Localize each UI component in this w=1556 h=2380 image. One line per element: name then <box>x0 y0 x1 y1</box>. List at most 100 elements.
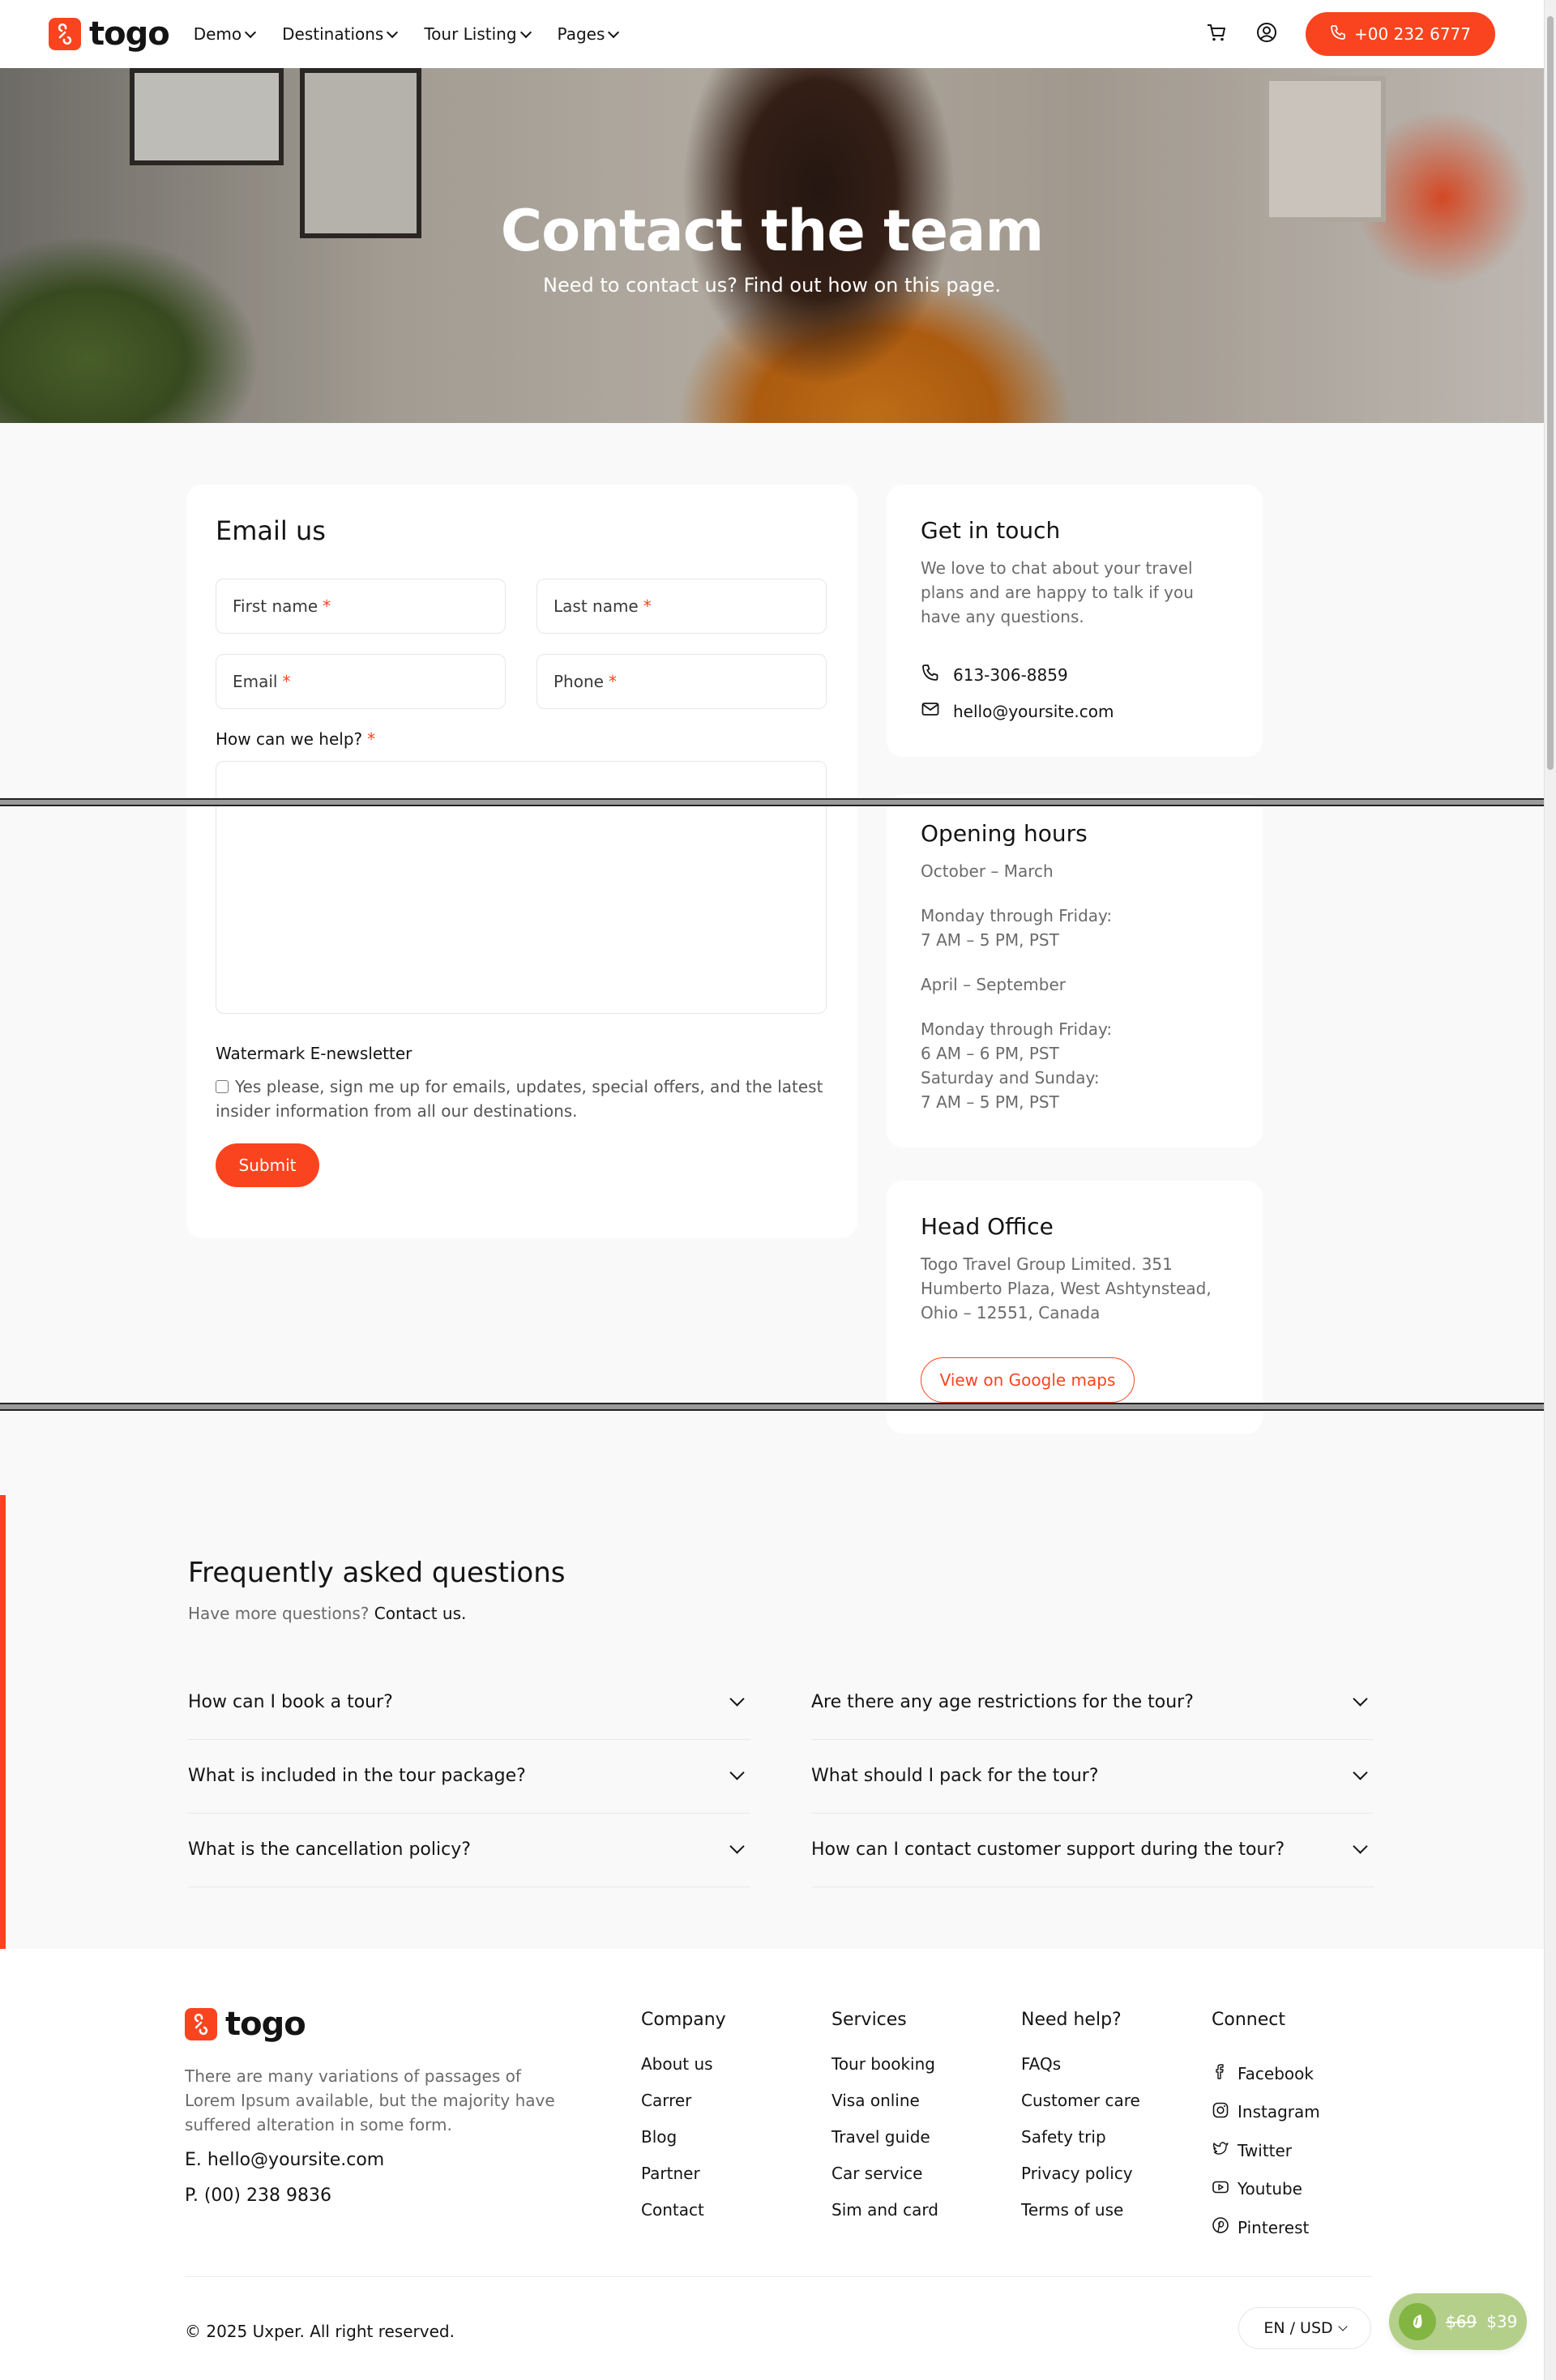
faq-contact-link[interactable]: Contact us. <box>374 1604 467 1623</box>
footer-link[interactable]: Privacy policy <box>1021 2164 1140 2200</box>
footer-link[interactable]: Car service <box>831 2164 938 2200</box>
newsletter-title: Watermark E-newsletter <box>216 1044 413 1063</box>
required-mark: * <box>608 672 617 691</box>
cart-icon[interactable] <box>1205 21 1228 47</box>
faq-question[interactable]: Are there any age restrictions for the t… <box>811 1665 1374 1740</box>
social-pinterest[interactable]: Pinterest <box>1212 2208 1320 2247</box>
first-name-field[interactable]: First name * <box>216 579 506 634</box>
nav-tour-listing[interactable]: Tour Listing <box>424 24 532 44</box>
head-office-title: Head Office <box>921 1213 1054 1240</box>
opening-hours-title: Opening hours <box>921 820 1088 847</box>
email-field[interactable]: Email * <box>216 654 506 709</box>
newsletter-checkbox[interactable] <box>216 1080 229 1093</box>
footer-link[interactable]: Contact <box>641 2200 726 2237</box>
head-office-address: Togo Travel Group Limited. 351 Humberto … <box>921 1254 1212 1322</box>
faq-question[interactable]: What is the cancellation policy? <box>188 1813 750 1887</box>
contact-phone-text: 613-306-8859 <box>953 664 1068 685</box>
faq-question[interactable]: How can I book a tour? <box>188 1665 750 1740</box>
logo-text: togo <box>225 2006 306 2043</box>
chevron-down-icon <box>608 26 620 38</box>
faq-subtitle: Have more questions? Contact us. <box>188 1604 466 1623</box>
footer-divider <box>185 2276 1373 2277</box>
contact-email-text: hello@yoursite.com <box>953 701 1114 721</box>
hours-line: Monday through Friday: <box>921 1019 1113 1039</box>
footer-logo[interactable]: togo <box>185 2006 306 2043</box>
contact-email[interactable]: hello@yoursite.com <box>921 699 1114 723</box>
logo-icon <box>49 18 81 50</box>
footer-link[interactable]: Safety trip <box>1021 2127 1140 2164</box>
contact-phone[interactable]: 613-306-8859 <box>921 663 1068 686</box>
pinterest-icon <box>1212 2216 1229 2238</box>
phone-button-label: +00 232 6777 <box>1354 24 1471 44</box>
social-instagram[interactable]: Instagram <box>1212 2093 1320 2132</box>
footer-column-title: Connect <box>1212 2010 1285 2030</box>
faq-accent-bar <box>0 1495 6 1949</box>
phone-placeholder: Phone <box>554 672 604 691</box>
newsletter-option: Yes please, sign me up for emails, updat… <box>216 1075 831 1123</box>
social-label: Pinterest <box>1238 2217 1310 2237</box>
footer-link[interactable]: Sim and card <box>831 2200 938 2237</box>
footer-column-connect: Connect Facebook Instagram Twitter Youtu… <box>1212 2010 1320 2247</box>
faq-question-text: How can I contact customer support durin… <box>811 1839 1285 1860</box>
submit-button[interactable]: Submit <box>216 1143 319 1187</box>
header-actions: +00 232 6777 <box>1205 12 1495 56</box>
scrollbar[interactable] <box>1544 0 1556 2380</box>
phone-button[interactable]: +00 232 6777 <box>1306 12 1495 56</box>
faq-question[interactable]: What is included in the tour package? <box>188 1739 750 1814</box>
hours-line: April – September <box>921 975 1066 994</box>
required-mark: * <box>367 729 376 749</box>
hours-line: October – March <box>921 861 1054 881</box>
phone-field[interactable]: Phone * <box>536 654 827 709</box>
site-footer: togo There are many variations of passag… <box>0 1949 1544 2380</box>
footer-description: There are many variations of passages of… <box>185 2066 555 2134</box>
price-badge[interactable]: $69 $39 <box>1389 2293 1527 2350</box>
footer-link[interactable]: Blog <box>641 2127 726 2164</box>
get-in-touch-text: We love to chat about your travel plans … <box>921 558 1194 626</box>
footer-link[interactable]: Terms of use <box>1021 2200 1140 2237</box>
footer-column-company: Company About us Carrer Blog Partner Con… <box>641 2010 726 2237</box>
footer-phone[interactable]: P. (00) 238 9836 <box>185 2186 331 2206</box>
scrollbar-thumb[interactable] <box>1547 16 1554 770</box>
footer-column-title: Company <box>641 2010 726 2030</box>
chevron-down-icon <box>245 26 257 38</box>
mail-icon <box>921 699 940 723</box>
faq-question[interactable]: What should I pack for the tour? <box>811 1739 1374 1814</box>
footer-email[interactable]: E. hello@yoursite.com <box>185 2150 384 2170</box>
price-new: $39 <box>1486 2312 1518 2331</box>
nav-label: Demo <box>193 24 242 44</box>
nav-demo[interactable]: Demo <box>193 24 257 44</box>
newsletter-text: Yes please, sign me up for emails, updat… <box>216 1077 823 1121</box>
get-in-touch-card: Get in touch We love to chat about your … <box>887 485 1263 757</box>
social-facebook[interactable]: Facebook <box>1212 2054 1320 2093</box>
google-maps-button[interactable]: View on Google maps <box>921 1357 1135 1403</box>
footer-link[interactable]: FAQs <box>1021 2054 1140 2091</box>
faq-question[interactable]: How can I contact customer support durin… <box>811 1813 1374 1887</box>
social-twitter[interactable]: Twitter <box>1212 2131 1320 2170</box>
footer-link[interactable]: Partner <box>641 2164 726 2200</box>
faq-question-text: What is the cancellation policy? <box>188 1839 471 1860</box>
site-logo[interactable]: togo <box>49 15 170 53</box>
social-label: Facebook <box>1238 2063 1314 2083</box>
nav-label: Tour Listing <box>424 24 517 44</box>
footer-column-services: Services Tour booking Visa online Travel… <box>831 2010 938 2237</box>
copyright: © 2025 Uxper. All right reserved. <box>185 2322 455 2341</box>
footer-link[interactable]: Carrer <box>641 2091 726 2127</box>
envato-icon <box>1399 2303 1436 2340</box>
last-name-placeholder: Last name <box>554 596 639 616</box>
chevron-down-icon <box>729 1839 745 1854</box>
footer-link[interactable]: Travel guide <box>831 2127 938 2164</box>
nav-destinations[interactable]: Destinations <box>282 24 399 44</box>
footer-link[interactable]: About us <box>641 2054 726 2091</box>
footer-link[interactable]: Customer care <box>1021 2091 1140 2127</box>
footer-link[interactable]: Tour booking <box>831 2054 938 2091</box>
required-mark: * <box>282 672 291 691</box>
last-name-field[interactable]: Last name * <box>536 579 827 634</box>
social-youtube[interactable]: Youtube <box>1212 2170 1320 2209</box>
nav-pages[interactable]: Pages <box>558 24 620 44</box>
chevron-down-icon <box>729 1691 745 1707</box>
footer-column-title: Services <box>831 2010 907 2030</box>
user-icon[interactable] <box>1255 21 1278 47</box>
locale-selector[interactable]: EN / USD <box>1238 2307 1371 2349</box>
required-mark: * <box>643 596 652 616</box>
footer-link[interactable]: Visa online <box>831 2091 938 2127</box>
